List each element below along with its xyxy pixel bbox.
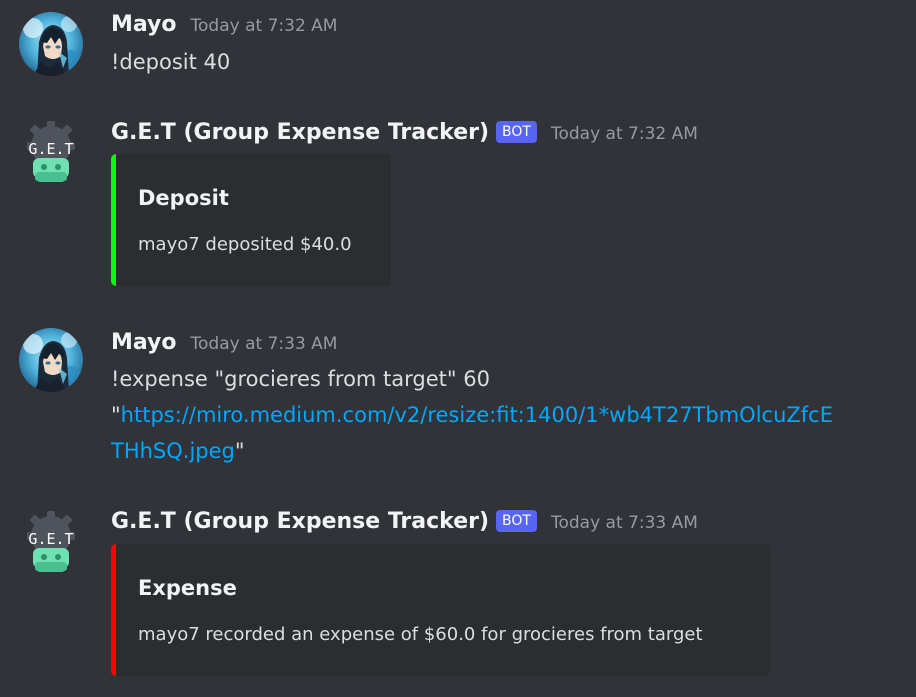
image-link[interactable]: https://miro.medium.com/v2/resize:fit:14… (121, 403, 833, 427)
bot-avatar-text: G.E.T (28, 530, 73, 548)
bot-avatar-text: G.E.T (28, 140, 73, 158)
expense-embed: Expense mayo7 recorded an expense of $60… (111, 544, 770, 676)
bot-username[interactable]: G.E.T (Group Expense Tracker) (111, 120, 489, 145)
timestamp: Today at 7:32 AM (190, 16, 338, 36)
timestamp: Today at 7:33 AM (550, 513, 698, 533)
bot-avatar[interactable]: G.E.T (19, 510, 83, 574)
robot-gear-avatar-icon: G.E.T (19, 510, 83, 574)
quote-open: " (111, 403, 121, 427)
bot-tag-badge: BOT (496, 510, 537, 532)
user-avatar[interactable] (19, 328, 83, 392)
username[interactable]: Mayo (111, 12, 177, 37)
embed-description: mayo7 recorded an expense of $60.0 for g… (138, 624, 703, 645)
embed-title: Expense (138, 576, 237, 600)
image-link-continued[interactable]: THhSQ.jpeg (111, 439, 235, 463)
anime-character-avatar-icon (19, 328, 83, 392)
timestamp: Today at 7:33 AM (190, 334, 338, 354)
embed-title: Deposit (138, 186, 229, 210)
message-link-line2: THhSQ.jpeg" (111, 433, 245, 469)
bot-username[interactable]: G.E.T (Group Expense Tracker) (111, 509, 489, 534)
message-text-line1: !expense "grocieres from target" 60 (111, 367, 490, 391)
user-avatar[interactable] (19, 12, 83, 76)
bot-tag-badge: BOT (496, 121, 537, 143)
bot-avatar[interactable]: G.E.T (19, 120, 83, 184)
message-link-line1: "https://miro.medium.com/v2/resize:fit:1… (111, 397, 833, 433)
quote-close: " (234, 439, 245, 463)
message-text: !deposit 40 (111, 50, 231, 74)
username[interactable]: Mayo (111, 330, 177, 355)
anime-character-avatar-icon (19, 12, 83, 76)
deposit-embed: Deposit mayo7 deposited $40.0 (111, 154, 391, 286)
timestamp: Today at 7:32 AM (550, 124, 698, 144)
robot-gear-avatar-icon: G.E.T (19, 120, 83, 184)
embed-description: mayo7 deposited $40.0 (138, 234, 352, 255)
